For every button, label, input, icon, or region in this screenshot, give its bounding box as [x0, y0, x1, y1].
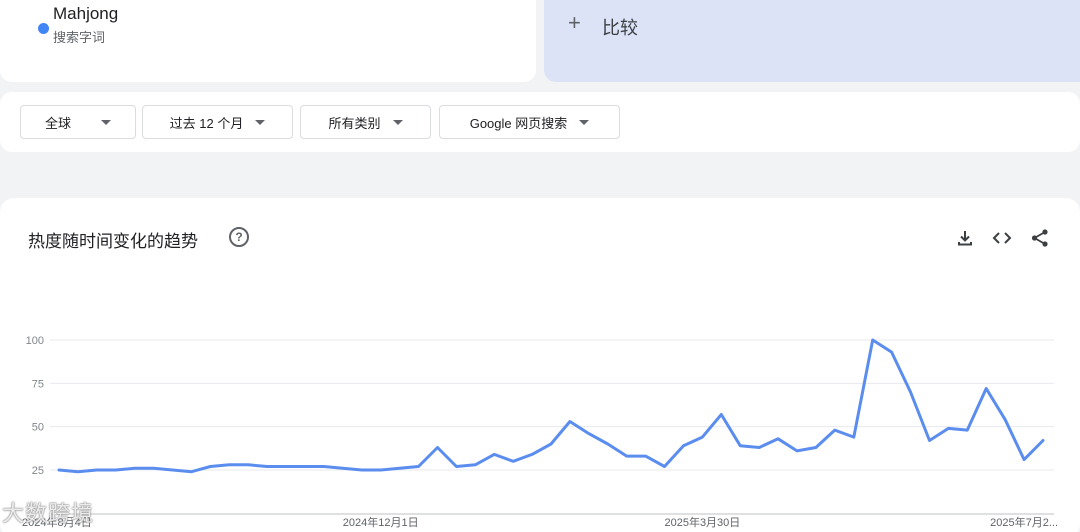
series-line [57, 338, 1045, 474]
data-point [833, 428, 837, 432]
data-point [739, 444, 742, 447]
data-point [682, 444, 685, 447]
data-point [360, 468, 363, 472]
data-point [985, 387, 988, 390]
data-point [587, 432, 591, 435]
data-point [341, 467, 345, 470]
data-point [322, 465, 326, 468]
data-point [265, 465, 269, 468]
data-point [417, 465, 420, 468]
data-point [606, 442, 609, 446]
data-point [1003, 418, 1007, 421]
data-point [795, 449, 799, 453]
data-point [757, 446, 761, 449]
y-tick-label: 50 [32, 422, 44, 434]
data-point [379, 468, 382, 472]
data-point [701, 435, 704, 439]
trend-line-chart: 2550751002024年8月4日 2024年12月1日 2025年3月30日 20… [22, 335, 1058, 529]
data-point [1041, 439, 1045, 442]
data-point [190, 470, 193, 473]
data-point [284, 465, 288, 468]
data-point [436, 446, 439, 449]
data-point [909, 390, 912, 394]
y-tick-label: 100 [26, 335, 44, 347]
data-point [947, 427, 950, 430]
x-tick-label: 2025年7月2... [990, 515, 1058, 529]
watermark: 大数跨境 [2, 501, 95, 526]
data-point [625, 454, 628, 458]
data-point [114, 468, 117, 472]
data-point [966, 428, 969, 432]
data-point [133, 467, 136, 470]
data-point [152, 467, 155, 470]
data-point [455, 465, 458, 468]
data-point [398, 467, 401, 470]
data-point [303, 465, 307, 468]
data-point [776, 437, 780, 440]
data-point [890, 350, 893, 354]
data-point [511, 460, 515, 463]
data-point [549, 442, 553, 446]
data-point [928, 439, 931, 442]
data-point [247, 463, 250, 466]
data-point [814, 446, 818, 449]
data-point [530, 453, 534, 456]
data-point [852, 435, 855, 439]
data-point [568, 420, 572, 423]
data-point [95, 468, 99, 472]
data-point [663, 465, 666, 468]
y-tick-label: 25 [32, 465, 44, 477]
data-point [76, 470, 80, 473]
data-point [171, 468, 174, 472]
data-point [209, 465, 212, 468]
x-tick-label: 2024年12月1日 [343, 515, 419, 529]
data-point [1022, 458, 1026, 461]
x-tick-label: 2025年3月30日 [664, 515, 740, 529]
data-point [493, 453, 496, 456]
data-point [474, 463, 477, 466]
data-point [228, 463, 231, 466]
data-point [871, 338, 874, 342]
data-point [720, 413, 723, 416]
data-point [57, 468, 61, 472]
data-point [644, 454, 647, 458]
y-tick-label: 75 [32, 378, 44, 390]
